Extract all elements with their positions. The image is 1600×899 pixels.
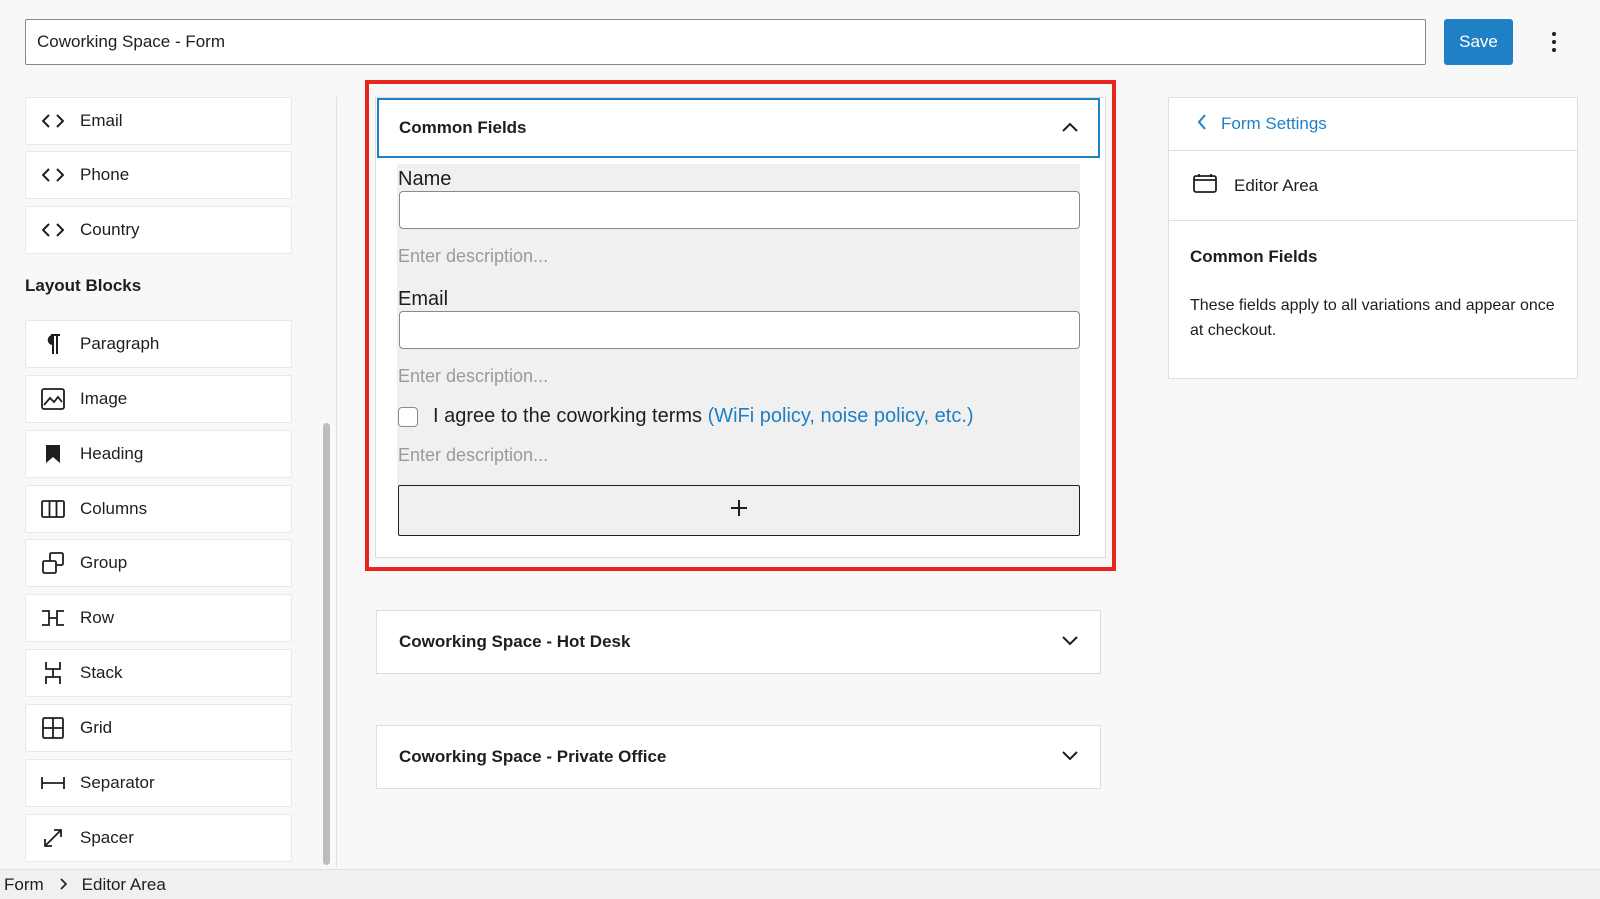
variation-private-office[interactable]: Coworking Space - Private Office [376, 725, 1101, 789]
block-label: Group [80, 553, 128, 572]
paragraph-icon [41, 332, 65, 356]
chevron-down-icon[interactable] [1062, 633, 1078, 651]
breadcrumb-item-editor-area[interactable]: Editor Area [82, 875, 166, 895]
form-settings-back[interactable]: Form Settings [1169, 98, 1577, 151]
layout-blocks-heading: Layout Blocks [25, 276, 142, 295]
block-label: Columns [80, 499, 148, 518]
form-settings-label[interactable]: Form Settings [1221, 114, 1327, 134]
editor-area-row: Editor Area [1169, 151, 1577, 221]
block-row[interactable]: Row [25, 594, 292, 642]
block-label: Stack [80, 663, 123, 682]
block-stack[interactable]: Stack [25, 649, 292, 697]
block-heading[interactable]: Heading [25, 430, 292, 478]
sidebar-divider [336, 97, 337, 867]
spacer-icon [41, 826, 65, 850]
block-label: Row [80, 608, 115, 627]
grid-icon [41, 716, 65, 740]
block-label: Heading [80, 444, 144, 463]
block-separator[interactable]: Separator [25, 759, 292, 807]
block-image[interactable]: Image [25, 375, 292, 423]
window-icon [1193, 173, 1217, 198]
block-columns[interactable]: Columns [25, 485, 292, 533]
variation-hot-desk[interactable]: Coworking Space - Hot Desk [376, 610, 1101, 674]
block-email[interactable]: Email [25, 97, 292, 145]
block-label: Spacer [80, 828, 134, 847]
block-label: Image [80, 389, 128, 408]
code-icon [41, 218, 65, 242]
block-paragraph[interactable]: Paragraph [25, 320, 292, 368]
chevron-down-icon[interactable] [1062, 748, 1078, 766]
breadcrumb-item-form[interactable]: Form [4, 875, 44, 895]
settings-heading: Common Fields [1190, 247, 1318, 266]
block-spacer[interactable]: Spacer [25, 814, 292, 862]
block-phone[interactable]: Phone [25, 151, 292, 199]
block-label: Phone [80, 165, 130, 184]
block-group[interactable]: Group [25, 539, 292, 587]
form-title-input[interactable]: Coworking Space - Form [25, 19, 1426, 65]
block-label: Separator [80, 773, 155, 792]
settings-description: These fields apply to all variations and… [1190, 297, 1555, 339]
save-button[interactable]: Save [1444, 19, 1513, 65]
block-label: Paragraph [80, 334, 160, 353]
group-icon [41, 551, 65, 575]
more-options-icon[interactable] [1540, 28, 1568, 56]
editor-area-label: Editor Area [1234, 175, 1319, 195]
highlight-frame [365, 80, 1116, 571]
chevron-right-icon [60, 877, 68, 893]
image-icon [41, 387, 65, 411]
block-label: Email [80, 111, 123, 130]
code-icon [41, 109, 65, 133]
code-icon [41, 163, 65, 187]
block-grid[interactable]: Grid [25, 704, 292, 752]
separator-icon [41, 771, 65, 795]
block-country[interactable]: Country [25, 206, 292, 254]
block-label: Country [80, 220, 140, 239]
columns-icon [41, 497, 65, 521]
row-icon [41, 606, 65, 630]
sidebar-scrollbar[interactable] [323, 423, 330, 865]
variation-title: Coworking Space - Private Office [399, 747, 667, 766]
breadcrumb: Form Editor Area [0, 869, 1600, 899]
stack-icon [41, 661, 65, 685]
chevron-left-icon [1197, 113, 1207, 135]
block-label: Grid [80, 718, 113, 737]
variation-title: Coworking Space - Hot Desk [399, 632, 631, 651]
bookmark-icon [41, 442, 65, 466]
settings-panel: Form Settings Editor Area Common Fields … [1168, 97, 1578, 379]
